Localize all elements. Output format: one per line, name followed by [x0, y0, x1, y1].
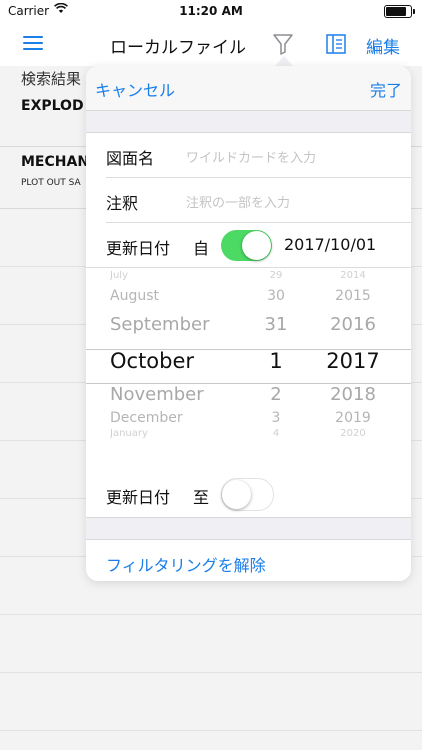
picker-month-item[interactable]: October: [110, 349, 240, 373]
results-header: 検索結果: [21, 70, 82, 88]
annotation-input[interactable]: 注釈の一部を入力: [186, 192, 290, 211]
drawing-name-label: 図面名: [106, 149, 155, 168]
picker-day-item[interactable]: 29: [246, 271, 306, 281]
battery-icon: [384, 5, 415, 18]
page-title: ローカルファイル: [110, 38, 246, 58]
picker-day-item[interactable]: 31: [246, 314, 306, 335]
date-from-label: 更新日付: [106, 239, 171, 258]
date-to-label: 更新日付: [106, 488, 171, 507]
date-from-row: 更新日付 自 2017/10/01: [86, 223, 411, 267]
divider: [0, 730, 422, 731]
list-item-title: MECHAN: [21, 154, 90, 170]
cancel-button[interactable]: キャンセル: [95, 77, 175, 101]
filter-icon[interactable]: [271, 31, 295, 57]
filter-fields: 図面名 ワイルドカードを入力 注釈 注釈の一部を入力 更新日付 自 2017/1…: [86, 132, 411, 472]
date-to-qualifier: 至: [193, 488, 210, 507]
divider: [0, 614, 422, 615]
picker-year-item[interactable]: 2015: [308, 288, 398, 304]
clear-filter-button[interactable]: フィルタリングを解除: [106, 552, 266, 576]
divider: [0, 672, 422, 673]
popover-header: キャンセル 完了: [86, 66, 411, 111]
picker-year-item[interactable]: 2020: [308, 429, 398, 439]
picker-month-item[interactable]: December: [110, 410, 240, 426]
picker-year-item[interactable]: 2014: [308, 271, 398, 281]
done-button[interactable]: 完了: [370, 77, 402, 101]
picker-year-item[interactable]: 2016: [308, 314, 398, 335]
drawing-name-input[interactable]: ワイルドカードを入力: [186, 147, 316, 166]
list-item-title: EXPLOD: [21, 98, 84, 114]
clear-filter-row[interactable]: フィルタリングを解除: [86, 539, 411, 581]
picker-year-item[interactable]: 2019: [308, 410, 398, 426]
edit-button[interactable]: 編集: [366, 33, 400, 58]
picker-month-item[interactable]: August: [110, 288, 240, 304]
menu-icon[interactable]: [23, 36, 43, 51]
date-picker[interactable]: July August September October November Decemb…: [86, 268, 411, 468]
date-from-toggle[interactable]: [221, 230, 272, 261]
picker-day-item[interactable]: 4: [246, 429, 306, 439]
date-to-toggle[interactable]: [221, 478, 274, 511]
picker-month-item[interactable]: November: [110, 384, 240, 405]
date-from-value[interactable]: 2017/10/01: [284, 235, 376, 254]
drawing-name-row[interactable]: 図面名 ワイルドカードを入力: [86, 133, 411, 177]
status-bar: Carrier 11:20 AM: [0, 0, 422, 22]
annotation-label: 注釈: [106, 194, 139, 213]
date-to-row: 更新日付 至: [86, 470, 411, 518]
date-from-qualifier: 自: [193, 239, 210, 258]
annotation-row[interactable]: 注釈 注釈の一部を入力: [86, 178, 411, 222]
picker-month-item[interactable]: January: [110, 429, 240, 439]
picker-day-item[interactable]: 30: [246, 288, 306, 304]
book-icon[interactable]: [325, 32, 347, 56]
clock: 11:20 AM: [179, 4, 243, 18]
picker-day-item[interactable]: 1: [246, 349, 306, 373]
picker-day-item[interactable]: 3: [246, 410, 306, 426]
picker-year-item[interactable]: 2017: [308, 349, 398, 373]
picker-month-item[interactable]: September: [110, 314, 240, 335]
picker-month-item[interactable]: July: [110, 271, 240, 281]
picker-day-item[interactable]: 2: [246, 384, 306, 405]
list-item-subtitle: PLOT OUT SA: [21, 178, 81, 188]
filter-popover: キャンセル 完了 図面名 ワイルドカードを入力 注釈 注釈の一部を入力 更新日付…: [86, 66, 411, 581]
picker-year-item[interactable]: 2018: [308, 384, 398, 405]
nav-bar: ローカルファイル 編集: [0, 22, 422, 66]
